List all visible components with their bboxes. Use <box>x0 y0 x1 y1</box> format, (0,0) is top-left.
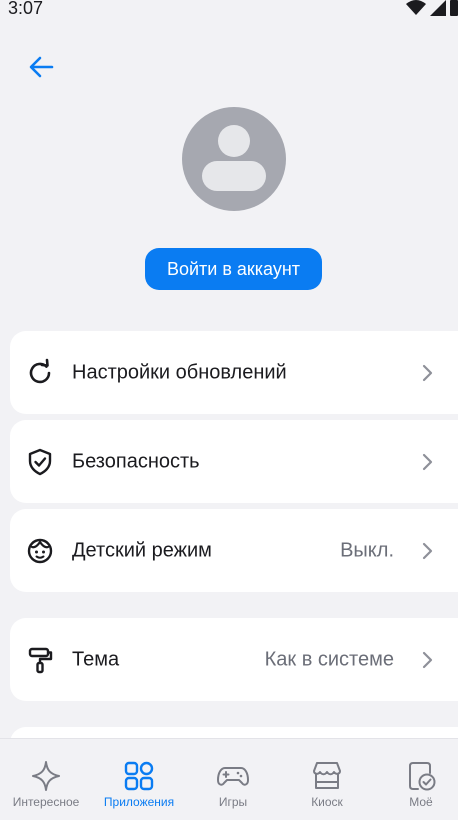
settings-item-label: Детский режим <box>72 539 212 561</box>
chevron-right-icon <box>422 651 433 668</box>
status-time: 3:07 <box>8 0 44 18</box>
battery-icon <box>450 0 458 16</box>
nav-item-kiosk[interactable]: Киоск <box>281 739 373 820</box>
chevron-right-icon <box>422 453 433 470</box>
settings-item-kids-mode[interactable]: Детский режим Выкл. <box>10 509 458 592</box>
my-apps-icon <box>409 762 436 791</box>
login-button[interactable]: Войти в аккаунт <box>145 248 322 290</box>
nav-item-label: Игры <box>218 795 248 809</box>
paint-roller-icon <box>28 647 53 673</box>
signal-icon <box>430 0 446 16</box>
nav-item-label: Приложения <box>103 795 175 809</box>
shield-check-icon <box>28 448 52 475</box>
chevron-right-icon <box>422 542 433 559</box>
chevron-right-icon <box>422 364 433 381</box>
gamepad-icon <box>217 767 249 786</box>
child-face-icon <box>27 538 53 563</box>
arrow-left-icon <box>29 56 54 78</box>
apps-grid-icon <box>124 761 154 791</box>
kiosk-icon <box>313 762 341 789</box>
nav-item-discover[interactable]: Интересное <box>0 739 92 820</box>
bottom-nav: Интересное Приложения Игры Киоск Моё <box>0 738 458 820</box>
settings-item-label: Безопасность <box>72 450 200 472</box>
nav-item-label: Киоск <box>311 795 343 809</box>
settings-item-security[interactable]: Безопасность <box>10 420 458 503</box>
back-button[interactable] <box>24 50 58 84</box>
settings-item-value: Выкл. <box>340 539 394 561</box>
nav-item-label: Интересное <box>12 795 80 809</box>
settings-item-label: Настройки обновлений <box>72 361 287 383</box>
nav-item-label: Моё <box>409 795 433 809</box>
refresh-icon <box>29 358 51 383</box>
status-bar: 3:07 <box>0 0 458 22</box>
user-avatar-icon <box>182 107 286 211</box>
status-icons <box>406 0 458 18</box>
settings-item-label: Тема <box>72 648 120 670</box>
sparkle-icon <box>32 761 60 791</box>
nav-item-games[interactable]: Игры <box>187 739 279 820</box>
settings-item-value: Как в системе <box>264 648 394 670</box>
settings-item-theme[interactable]: Тема Как в системе <box>10 618 458 701</box>
settings-item-updates[interactable]: Настройки обновлений <box>10 331 458 414</box>
wifi-icon <box>406 0 426 15</box>
nav-item-mine[interactable]: Моё <box>375 739 458 820</box>
nav-item-apps[interactable]: Приложения <box>93 739 185 820</box>
